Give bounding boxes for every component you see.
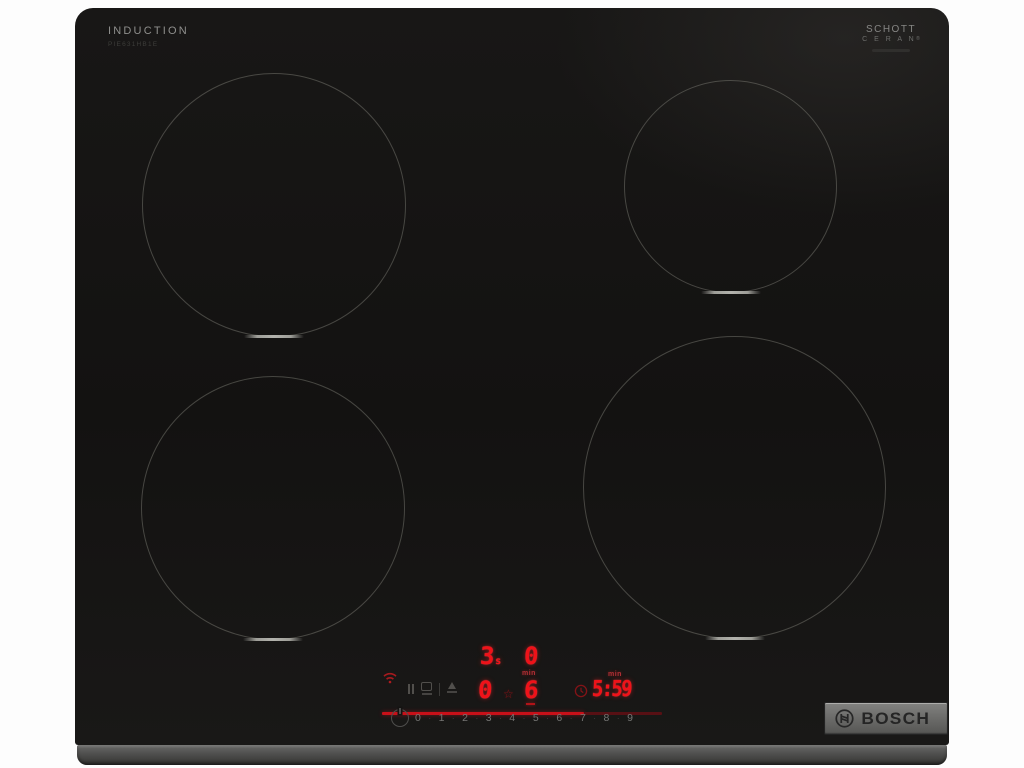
- schott-ceran-logo: SCHOTT C E R A N®: [858, 24, 924, 52]
- power-level-2[interactable]: 2: [462, 712, 468, 724]
- power-level-6[interactable]: 6: [556, 712, 562, 724]
- digit-separator: ·: [452, 713, 455, 723]
- power-level-5[interactable]: 5: [533, 712, 539, 724]
- power-level-3[interactable]: 3: [486, 712, 492, 724]
- on-off-caption: [422, 693, 432, 695]
- fine-print: [872, 49, 910, 52]
- power-button[interactable]: [391, 709, 409, 727]
- surface-label-block: INDUCTION PIE631HB1E: [108, 25, 189, 48]
- product-photo: INDUCTION PIE631HB1E SCHOTT C E R A N®: [0, 0, 1024, 768]
- registered-mark: ®: [916, 36, 920, 42]
- timer-clock-icon[interactable]: [574, 684, 588, 703]
- ceran-wordmark: C E R A N®: [858, 36, 924, 43]
- digit-separator: ·: [428, 713, 431, 723]
- zone-marker: [244, 335, 304, 338]
- digit-separator: ·: [475, 713, 478, 723]
- front-left-power-display: 0: [477, 678, 493, 702]
- zone-marker: [705, 637, 765, 640]
- power-level-7[interactable]: 7: [580, 712, 586, 724]
- zone-marker: [701, 291, 761, 294]
- secondary-keys: [408, 682, 457, 696]
- boost-key-icon[interactable]: [447, 682, 457, 693]
- digit-separator: ·: [570, 713, 573, 723]
- clock-display: 5:59: [591, 679, 631, 701]
- zone-marker: [243, 638, 303, 641]
- cooking-zone-rear-right: [624, 80, 837, 293]
- cooking-zone-rear-left: [142, 73, 406, 337]
- bosch-armature-icon: [834, 708, 855, 729]
- cooking-zone-front-right: [583, 336, 886, 639]
- star-icon[interactable]: ☆: [503, 687, 514, 701]
- induction-label: INDUCTION: [108, 25, 189, 37]
- power-level-0[interactable]: 0: [415, 712, 421, 724]
- power-level-row: 0 · 1 · 2 · 3 · 4 · 5 · 6 · 7 · 8 · 9: [415, 711, 633, 725]
- digit-separator: ·: [593, 713, 596, 723]
- key-divider: [439, 683, 440, 696]
- front-trim-strip: [77, 745, 947, 765]
- power-level-9[interactable]: 9: [627, 712, 633, 724]
- rear-right-power-display: 0: [523, 644, 539, 668]
- timer-display: 6: [523, 678, 539, 702]
- digit-separator: ·: [522, 713, 525, 723]
- power-suffix: s: [495, 656, 502, 667]
- bosch-wordmark: BOSCH: [861, 709, 930, 729]
- pause-icon[interactable]: [408, 684, 414, 694]
- cooking-zone-front-left: [141, 376, 405, 640]
- model-number: PIE631HB1E: [108, 41, 189, 48]
- boost-glyph: [448, 682, 456, 689]
- digit-separator: ·: [546, 713, 549, 723]
- on-off-key-icon[interactable]: [421, 682, 432, 695]
- digit-separator: ·: [499, 713, 502, 723]
- boost-caption: [447, 691, 457, 693]
- bosch-badge: BOSCH: [824, 702, 948, 735]
- home-connect-wifi-icon: [382, 671, 398, 689]
- digit-separator: ·: [617, 713, 620, 723]
- on-off-glyph: [421, 682, 432, 691]
- power-level-8[interactable]: 8: [604, 712, 610, 724]
- schott-wordmark: SCHOTT: [858, 24, 924, 35]
- timer-underline: [526, 703, 535, 705]
- power-level-4[interactable]: 4: [509, 712, 515, 724]
- rear-left-power-display: 3s: [479, 644, 502, 668]
- power-level-1[interactable]: 1: [439, 712, 445, 724]
